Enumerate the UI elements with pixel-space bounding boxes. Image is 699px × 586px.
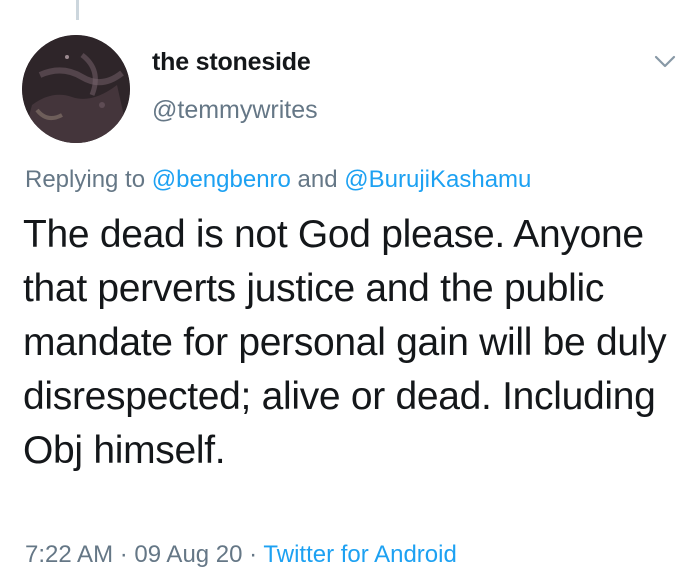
tweet-time[interactable]: 7:22 AM — [25, 541, 113, 568]
mention-burujikashamu[interactable]: @BurujiKashamu — [344, 166, 531, 193]
reply-conjunction: and — [290, 166, 345, 193]
avatar[interactable] — [22, 35, 130, 143]
reply-context: Replying to @bengbenro and @BurujiKasham… — [25, 166, 531, 194]
chevron-down-icon[interactable] — [652, 52, 678, 72]
tweet-date[interactable]: 09 Aug 20 — [134, 541, 242, 568]
meta-separator: · — [242, 541, 264, 568]
user-handle[interactable]: @temmywrites — [152, 96, 318, 125]
tweet-text: The dead is not God please. Anyone that … — [23, 213, 667, 472]
reply-prefix: Replying to — [25, 166, 152, 193]
meta-separator: · — [113, 541, 135, 568]
tweet-source[interactable]: Twitter for Android — [263, 541, 456, 568]
display-name[interactable]: the stoneside — [152, 48, 311, 77]
avatar-image — [22, 35, 130, 143]
thread-connector-line — [76, 0, 79, 20]
mention-bengbenro[interactable]: @bengbenro — [152, 166, 291, 193]
tweet-meta: 7:22 AM · 09 Aug 20 · Twitter for Androi… — [25, 541, 457, 569]
